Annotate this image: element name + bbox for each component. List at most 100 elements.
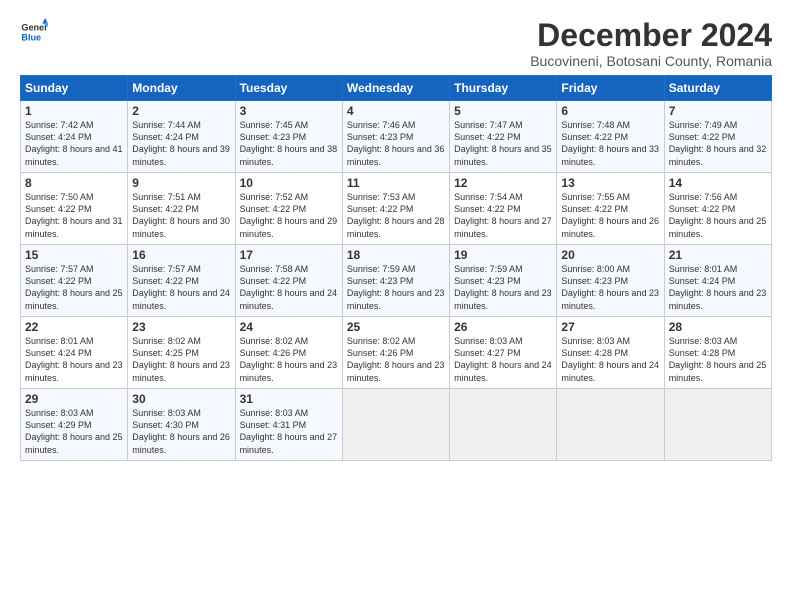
col-friday: Friday <box>557 76 664 101</box>
calendar-cell: 3 Sunrise: 7:45 AM Sunset: 4:23 PM Dayli… <box>235 101 342 173</box>
calendar-cell: 19 Sunrise: 7:59 AM Sunset: 4:23 PM Dayl… <box>450 245 557 317</box>
calendar-cell: 22 Sunrise: 8:01 AM Sunset: 4:24 PM Dayl… <box>21 317 128 389</box>
day-number: 2 <box>132 104 230 118</box>
day-info: Sunrise: 8:03 AM Sunset: 4:30 PM Dayligh… <box>132 408 230 454</box>
day-number: 22 <box>25 320 123 334</box>
svg-text:General: General <box>21 23 48 33</box>
col-saturday: Saturday <box>664 76 771 101</box>
day-number: 24 <box>240 320 338 334</box>
calendar-cell: 6 Sunrise: 7:48 AM Sunset: 4:22 PM Dayli… <box>557 101 664 173</box>
calendar-cell: 26 Sunrise: 8:03 AM Sunset: 4:27 PM Dayl… <box>450 317 557 389</box>
day-number: 27 <box>561 320 659 334</box>
day-number: 17 <box>240 248 338 262</box>
day-info: Sunrise: 7:46 AM Sunset: 4:23 PM Dayligh… <box>347 120 445 166</box>
header-row: Sunday Monday Tuesday Wednesday Thursday… <box>21 76 772 101</box>
page: General Blue December 2024 Bucovineni, B… <box>0 0 792 612</box>
day-info: Sunrise: 7:58 AM Sunset: 4:22 PM Dayligh… <box>240 264 338 310</box>
day-info: Sunrise: 8:02 AM Sunset: 4:26 PM Dayligh… <box>240 336 338 382</box>
logo: General Blue <box>20 18 48 46</box>
day-number: 21 <box>669 248 767 262</box>
day-info: Sunrise: 8:03 AM Sunset: 4:29 PM Dayligh… <box>25 408 123 454</box>
day-info: Sunrise: 8:02 AM Sunset: 4:26 PM Dayligh… <box>347 336 445 382</box>
day-number: 26 <box>454 320 552 334</box>
day-info: Sunrise: 7:49 AM Sunset: 4:22 PM Dayligh… <box>669 120 767 166</box>
day-info: Sunrise: 7:59 AM Sunset: 4:23 PM Dayligh… <box>454 264 552 310</box>
calendar-cell: 27 Sunrise: 8:03 AM Sunset: 4:28 PM Dayl… <box>557 317 664 389</box>
week-row-3: 15 Sunrise: 7:57 AM Sunset: 4:22 PM Dayl… <box>21 245 772 317</box>
calendar-cell <box>342 389 449 461</box>
day-number: 14 <box>669 176 767 190</box>
week-row-5: 29 Sunrise: 8:03 AM Sunset: 4:29 PM Dayl… <box>21 389 772 461</box>
day-info: Sunrise: 7:56 AM Sunset: 4:22 PM Dayligh… <box>669 192 767 238</box>
day-number: 1 <box>25 104 123 118</box>
calendar-cell: 24 Sunrise: 8:02 AM Sunset: 4:26 PM Dayl… <box>235 317 342 389</box>
day-info: Sunrise: 8:01 AM Sunset: 4:24 PM Dayligh… <box>669 264 767 310</box>
day-number: 31 <box>240 392 338 406</box>
day-info: Sunrise: 7:42 AM Sunset: 4:24 PM Dayligh… <box>25 120 123 166</box>
day-info: Sunrise: 7:53 AM Sunset: 4:22 PM Dayligh… <box>347 192 445 238</box>
week-row-4: 22 Sunrise: 8:01 AM Sunset: 4:24 PM Dayl… <box>21 317 772 389</box>
week-row-1: 1 Sunrise: 7:42 AM Sunset: 4:24 PM Dayli… <box>21 101 772 173</box>
calendar-cell: 12 Sunrise: 7:54 AM Sunset: 4:22 PM Dayl… <box>450 173 557 245</box>
day-number: 19 <box>454 248 552 262</box>
day-number: 29 <box>25 392 123 406</box>
day-info: Sunrise: 7:57 AM Sunset: 4:22 PM Dayligh… <box>25 264 123 310</box>
day-number: 13 <box>561 176 659 190</box>
calendar-cell: 5 Sunrise: 7:47 AM Sunset: 4:22 PM Dayli… <box>450 101 557 173</box>
col-thursday: Thursday <box>450 76 557 101</box>
day-number: 6 <box>561 104 659 118</box>
logo-icon: General Blue <box>20 18 48 46</box>
calendar-cell: 15 Sunrise: 7:57 AM Sunset: 4:22 PM Dayl… <box>21 245 128 317</box>
day-info: Sunrise: 7:47 AM Sunset: 4:22 PM Dayligh… <box>454 120 552 166</box>
day-number: 16 <box>132 248 230 262</box>
col-wednesday: Wednesday <box>342 76 449 101</box>
day-info: Sunrise: 7:57 AM Sunset: 4:22 PM Dayligh… <box>132 264 230 310</box>
calendar-cell: 8 Sunrise: 7:50 AM Sunset: 4:22 PM Dayli… <box>21 173 128 245</box>
calendar-cell <box>557 389 664 461</box>
week-row-2: 8 Sunrise: 7:50 AM Sunset: 4:22 PM Dayli… <box>21 173 772 245</box>
calendar-cell: 23 Sunrise: 8:02 AM Sunset: 4:25 PM Dayl… <box>128 317 235 389</box>
day-info: Sunrise: 7:45 AM Sunset: 4:23 PM Dayligh… <box>240 120 338 166</box>
calendar-cell: 25 Sunrise: 8:02 AM Sunset: 4:26 PM Dayl… <box>342 317 449 389</box>
day-info: Sunrise: 7:59 AM Sunset: 4:23 PM Dayligh… <box>347 264 445 310</box>
day-info: Sunrise: 7:54 AM Sunset: 4:22 PM Dayligh… <box>454 192 552 238</box>
day-info: Sunrise: 7:51 AM Sunset: 4:22 PM Dayligh… <box>132 192 230 238</box>
calendar-cell: 17 Sunrise: 7:58 AM Sunset: 4:22 PM Dayl… <box>235 245 342 317</box>
day-info: Sunrise: 7:44 AM Sunset: 4:24 PM Dayligh… <box>132 120 230 166</box>
calendar-cell: 10 Sunrise: 7:52 AM Sunset: 4:22 PM Dayl… <box>235 173 342 245</box>
day-number: 28 <box>669 320 767 334</box>
calendar-cell: 1 Sunrise: 7:42 AM Sunset: 4:24 PM Dayli… <box>21 101 128 173</box>
calendar-cell: 31 Sunrise: 8:03 AM Sunset: 4:31 PM Dayl… <box>235 389 342 461</box>
calendar-cell: 14 Sunrise: 7:56 AM Sunset: 4:22 PM Dayl… <box>664 173 771 245</box>
calendar-cell: 30 Sunrise: 8:03 AM Sunset: 4:30 PM Dayl… <box>128 389 235 461</box>
col-monday: Monday <box>128 76 235 101</box>
header: General Blue December 2024 Bucovineni, B… <box>20 18 772 69</box>
day-number: 9 <box>132 176 230 190</box>
month-title: December 2024 <box>530 18 772 53</box>
calendar-cell: 11 Sunrise: 7:53 AM Sunset: 4:22 PM Dayl… <box>342 173 449 245</box>
calendar-cell <box>664 389 771 461</box>
day-number: 18 <box>347 248 445 262</box>
day-number: 12 <box>454 176 552 190</box>
day-number: 4 <box>347 104 445 118</box>
calendar-cell: 29 Sunrise: 8:03 AM Sunset: 4:29 PM Dayl… <box>21 389 128 461</box>
svg-text:Blue: Blue <box>21 32 41 42</box>
day-info: Sunrise: 7:55 AM Sunset: 4:22 PM Dayligh… <box>561 192 659 238</box>
day-info: Sunrise: 7:48 AM Sunset: 4:22 PM Dayligh… <box>561 120 659 166</box>
day-number: 23 <box>132 320 230 334</box>
col-sunday: Sunday <box>21 76 128 101</box>
day-info: Sunrise: 8:00 AM Sunset: 4:23 PM Dayligh… <box>561 264 659 310</box>
day-info: Sunrise: 8:03 AM Sunset: 4:28 PM Dayligh… <box>561 336 659 382</box>
day-info: Sunrise: 8:03 AM Sunset: 4:27 PM Dayligh… <box>454 336 552 382</box>
day-number: 15 <box>25 248 123 262</box>
subtitle: Bucovineni, Botosani County, Romania <box>530 53 772 69</box>
title-block: December 2024 Bucovineni, Botosani Count… <box>530 18 772 69</box>
day-number: 20 <box>561 248 659 262</box>
calendar-cell: 28 Sunrise: 8:03 AM Sunset: 4:28 PM Dayl… <box>664 317 771 389</box>
calendar-table: Sunday Monday Tuesday Wednesday Thursday… <box>20 75 772 461</box>
calendar-cell: 2 Sunrise: 7:44 AM Sunset: 4:24 PM Dayli… <box>128 101 235 173</box>
day-info: Sunrise: 7:50 AM Sunset: 4:22 PM Dayligh… <box>25 192 123 238</box>
day-number: 11 <box>347 176 445 190</box>
day-number: 8 <box>25 176 123 190</box>
day-info: Sunrise: 8:03 AM Sunset: 4:31 PM Dayligh… <box>240 408 338 454</box>
